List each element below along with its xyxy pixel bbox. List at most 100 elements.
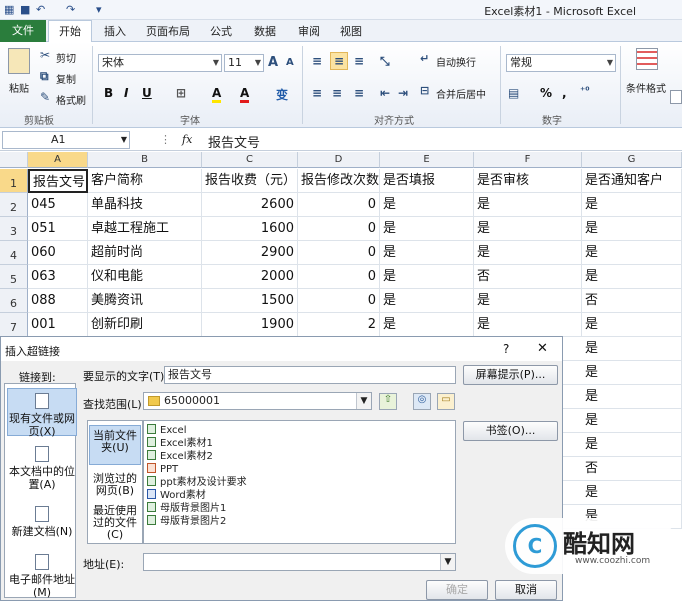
cell[interactable]: 0 [298, 241, 380, 265]
row-header[interactable]: 7 [0, 313, 28, 337]
tab-file[interactable]: 文件 [0, 20, 46, 42]
cell[interactable]: 是 [380, 265, 474, 289]
cell[interactable]: 卓越工程施工 [88, 217, 202, 241]
bold-button[interactable]: B [104, 86, 113, 100]
cell[interactable]: 2000 [202, 265, 298, 289]
tab-view[interactable]: 视图 [340, 23, 362, 39]
cell[interactable]: 仪和电能 [88, 265, 202, 289]
insert-function-button[interactable]: fx [182, 133, 192, 146]
cancel-button[interactable]: 取消 [495, 580, 557, 600]
tab-home[interactable]: 开始 [48, 20, 92, 43]
column-header[interactable]: G [582, 152, 682, 168]
cell[interactable]: 是 [474, 217, 582, 241]
cell[interactable]: 是 [563, 361, 682, 385]
cell[interactable]: 是 [563, 433, 682, 457]
cell[interactable]: 否 [474, 265, 582, 289]
cell[interactable]: 063 [28, 265, 88, 289]
cell[interactable]: 是 [582, 217, 682, 241]
cell[interactable]: 060 [28, 241, 88, 265]
close-button[interactable]: ✕ [537, 341, 548, 356]
cell[interactable]: 报告收费（元） [202, 169, 298, 193]
subnav-recent-files[interactable]: 最近使用过的文件(C) [89, 503, 141, 541]
wrap-text-button[interactable]: 自动换行 [436, 54, 476, 69]
copy-button[interactable]: 复制 [56, 71, 76, 86]
paste-button[interactable]: 粘贴 [9, 80, 29, 95]
phonetic-icon[interactable]: 变 [276, 86, 288, 103]
nav-new-document[interactable]: 新建文档(N) [7, 498, 77, 544]
cell[interactable]: 是 [582, 241, 682, 265]
cell[interactable]: 是 [380, 313, 474, 337]
chevron-down-icon[interactable]: ▼ [440, 554, 455, 570]
browse-file-icon[interactable]: ▭ [437, 393, 455, 410]
nav-email[interactable]: 电子邮件地址(M) [7, 550, 77, 599]
paste-icon[interactable] [8, 48, 30, 74]
cell-styles-icon[interactable] [670, 90, 682, 104]
column-header[interactable]: D [298, 152, 380, 168]
cell[interactable]: 1900 [202, 313, 298, 337]
cell[interactable]: 0 [298, 193, 380, 217]
align-center-icon[interactable]: ≡ [332, 86, 342, 100]
nav-existing-file[interactable]: 现有文件或网页(X) [7, 388, 77, 438]
cut-button[interactable]: 剪切 [56, 50, 76, 65]
decimal-icon[interactable]: ⁺⁰ [580, 86, 590, 97]
formula-content[interactable]: 报告文号 [208, 132, 260, 151]
number-format-select[interactable]: 常规 ▼ [506, 54, 616, 72]
cell[interactable]: 2900 [202, 241, 298, 265]
shrink-font-icon[interactable]: A [286, 57, 294, 68]
cell[interactable]: 是 [563, 337, 682, 361]
list-item[interactable]: ppt素材及设计要求 [147, 476, 247, 488]
row-header[interactable]: 3 [0, 217, 28, 241]
align-right-icon[interactable]: ≡ [354, 86, 364, 100]
cell-a1[interactable]: 报告文号 [28, 169, 88, 193]
format-painter-button[interactable]: 格式刷 [56, 92, 86, 107]
cell[interactable]: 045 [28, 193, 88, 217]
italic-button[interactable]: I [124, 86, 128, 100]
comma-button[interactable]: , [562, 86, 567, 100]
font-color-icon[interactable]: A [240, 86, 250, 103]
row-header[interactable]: 6 [0, 289, 28, 313]
cell[interactable]: 是否填报 [380, 169, 474, 193]
cell[interactable]: 创新印刷 [88, 313, 202, 337]
ok-button[interactable]: 确定 [426, 580, 488, 600]
cell[interactable]: 0 [298, 289, 380, 313]
cell[interactable]: 是 [380, 241, 474, 265]
name-box[interactable]: A1 ▼ [2, 131, 130, 149]
cell[interactable]: 1500 [202, 289, 298, 313]
cell[interactable]: 是否审核 [474, 169, 582, 193]
cell[interactable]: 是 [563, 409, 682, 433]
list-item[interactable]: Excel [147, 424, 187, 436]
cell[interactable]: 2600 [202, 193, 298, 217]
subnav-current-folder[interactable]: 当前文件夹(U) [89, 425, 141, 465]
help-button[interactable]: ? [503, 342, 509, 356]
select-all-corner[interactable] [0, 152, 28, 168]
tab-formulas[interactable]: 公式 [210, 23, 232, 39]
cell[interactable]: 是 [474, 289, 582, 313]
column-header[interactable]: A [28, 152, 88, 168]
row-header[interactable]: 4 [0, 241, 28, 265]
indent-icon[interactable]: ⇤ [380, 86, 390, 100]
tab-review[interactable]: 审阅 [298, 23, 320, 39]
font-family-select[interactable]: 宋体 ▼ [98, 54, 222, 72]
address-input[interactable]: ▼ [143, 553, 456, 571]
cell[interactable]: 0 [298, 217, 380, 241]
cell[interactable]: 088 [28, 289, 88, 313]
cell[interactable]: 是 [380, 193, 474, 217]
column-header[interactable]: B [88, 152, 202, 168]
list-item[interactable]: 母版背景图片2 [147, 515, 226, 527]
customize-qat-icon[interactable]: ▾ [96, 3, 102, 16]
align-left-icon[interactable]: ≡ [312, 86, 322, 100]
percent-button[interactable]: % [540, 86, 552, 100]
font-size-select[interactable]: 11 ▼ [224, 54, 264, 72]
row-header[interactable]: 2 [0, 193, 28, 217]
cell[interactable]: 是 [380, 217, 474, 241]
up-folder-icon[interactable]: ⇧ [379, 393, 397, 410]
nav-this-document[interactable]: 本文档中的位置(A) [7, 442, 77, 492]
cell[interactable]: 单晶科技 [88, 193, 202, 217]
screen-tip-button[interactable]: 屏幕提示(P)... [463, 365, 558, 385]
display-text-input[interactable]: 报告文号 [164, 366, 456, 384]
cell[interactable]: 是 [582, 313, 682, 337]
file-list[interactable]: Excel Excel素材1 Excel素材2 PPT ppt素材及设计要求 W… [143, 420, 456, 544]
cell[interactable]: 客户简称 [88, 169, 202, 193]
list-item[interactable]: Excel素材1 [147, 437, 213, 449]
list-item[interactable]: 母版背景图片1 [147, 502, 226, 514]
